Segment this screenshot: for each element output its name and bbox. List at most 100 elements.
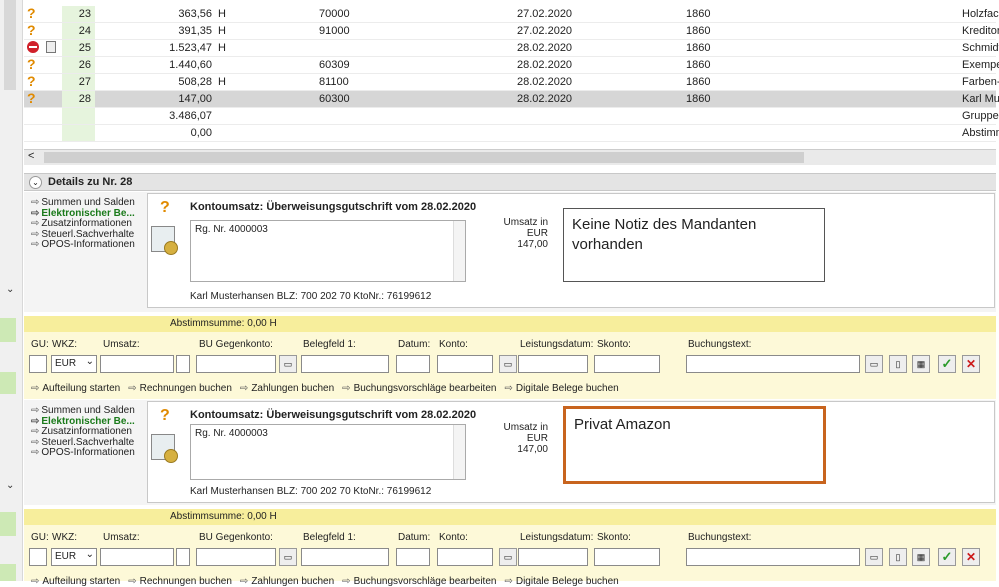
abstimmsumme-bar: Abstimmsumme: 0,00 H [24,509,996,525]
action-link[interactable]: ⇨ Zahlungen buchen [240,576,334,587]
chevron-down-icon[interactable]: ⌄ [86,549,94,560]
cancel-button[interactable]: ✕ [962,548,980,566]
cell-nr: 26 [78,59,91,71]
action-links: ⇨ Aufteilung starten ⇨ Rechnungen buchen ⇨ Za… [31,383,627,394]
arrow-icon: ⇨ [239,576,249,587]
wkz-select[interactable]: EUR ⌄ [51,548,97,566]
datum-input[interactable] [396,548,430,566]
chevron-down-icon[interactable]: ⌄ [86,356,94,367]
calendar-icon[interactable]: ▭ [865,355,883,373]
question-icon: ? [27,22,36,38]
scrollbar[interactable] [453,425,465,479]
verwendungszweck-box[interactable]: Rg. Nr. 4000003 [190,424,466,480]
cell-betrag: 363,56 [178,8,212,20]
action-links: ⇨ Aufteilung starten ⇨ Rechnungen buchen ⇨ Za… [31,576,627,587]
action-link[interactable]: ⇨ Rechnungen buchen [128,576,232,587]
arrow-icon: ⇨ [31,383,40,394]
calendar-icon[interactable]: ▭ [279,548,297,566]
label-buchungstext: Buchungstext: [688,339,752,350]
leistungsdatum-input[interactable] [518,548,588,566]
document-icon[interactable]: ▯ [889,355,907,373]
label-belegfeld: Belegfeld 1: [303,532,356,543]
cell-gegenkonto: 91000 [319,25,350,37]
cell-text: Schmidt, [962,42,999,54]
details-header[interactable]: ⌄ Details zu Nr. 28 [24,173,996,191]
cell-sh: H [218,25,226,37]
document-icon[interactable]: ▯ [889,548,907,566]
bu-gegenkonto-input[interactable] [196,355,276,373]
arrow-icon: ⇨ [239,383,249,394]
chevron-down-icon[interactable]: ⌄ [6,480,14,491]
umsatz-input[interactable] [100,355,174,373]
cell-betrag: 1.440,60 [169,59,212,71]
buchungstext-input[interactable] [686,355,860,373]
action-link[interactable]: ⇨ Aufteilung starten [31,383,120,394]
calendar-icon[interactable]: ▭ [865,548,883,566]
attachment-icon[interactable]: ▦ [912,355,930,373]
row-marker [0,372,16,394]
belegfeld-input[interactable] [301,548,389,566]
cell-nr: 24 [78,25,91,37]
arrow-icon: ⇨ [504,576,513,587]
action-link[interactable]: ⇨ Digitale Belege buchen [504,576,618,587]
vertical-scrollbar-thumb[interactable] [4,0,16,90]
belegfeld-input[interactable] [301,355,389,373]
action-link[interactable]: ⇨ Zahlungen buchen [240,383,334,394]
confirm-button[interactable]: ✓ [938,548,956,566]
document-coins-icon[interactable] [151,226,178,255]
document-icon [46,41,56,53]
action-link[interactable]: ⇨ Aufteilung starten [31,576,120,587]
umsatz-info: Umsatz in EUR 147,00 [503,217,548,250]
calendar-icon[interactable]: ▭ [499,355,517,373]
cell-gegenkonto: 70000 [319,8,350,20]
table-row[interactable]: ? 24 391,35 H 91000 27.02.2020 1860 Kreditort [24,22,999,40]
confirm-button[interactable]: ✓ [938,355,956,373]
chevron-down-icon[interactable]: ⌄ [6,284,14,295]
umsatz-sh-input[interactable] [176,548,190,566]
document-coins-icon[interactable] [151,434,178,463]
summary-row: 3.486,07 Gruppen [24,108,999,125]
buchungstext-input[interactable] [686,548,860,566]
calendar-icon[interactable]: ▭ [499,548,517,566]
gu-input[interactable] [29,548,47,566]
datum-input[interactable] [396,355,430,373]
label-skonto: Skonto: [597,339,631,350]
skonto-input[interactable] [594,355,660,373]
action-link[interactable]: ⇨ Rechnungen buchen [128,383,232,394]
question-icon: ? [160,199,170,216]
scrollbar[interactable] [453,221,465,281]
skonto-input[interactable] [594,548,660,566]
umsatz-sh-input[interactable] [176,355,190,373]
action-link[interactable]: ⇨ Buchungsvorschläge bearbeiten [342,576,496,587]
table-row[interactable]: ? 23 363,56 H 70000 27.02.2020 1860 Holzfach [24,5,999,23]
umsatz-input[interactable] [100,548,174,566]
cancel-button[interactable]: ✕ [962,355,980,373]
table-row[interactable]: 25 1.523,47 H 28.02.2020 1860 Schmidt, [24,40,999,57]
nav-opos-informationen[interactable]: ⇨ OPOS-Informationen [31,447,135,459]
horizontal-scrollbar-thumb[interactable] [44,152,804,163]
collapse-icon[interactable]: ⌄ [29,176,42,189]
wkz-select[interactable]: EUR ⌄ [51,355,97,373]
table-row[interactable]: ? 28 147,00 60300 28.02.2020 1860 Karl Mus [24,90,999,108]
cell-nr: 27 [78,76,91,88]
scroll-left-icon[interactable]: < [28,150,34,162]
bu-gegenkonto-input[interactable] [196,548,276,566]
question-icon: ? [160,407,170,424]
action-link[interactable]: ⇨ Digitale Belege buchen [504,383,618,394]
konto-input[interactable] [437,355,493,373]
konto-input[interactable] [437,548,493,566]
wkz-value: EUR [55,358,77,369]
arrow-icon: ⇨ [504,383,513,394]
umsatz-info: Umsatz in EUR 147,00 [503,422,548,455]
question-icon: ? [27,5,36,21]
nav-opos-informationen[interactable]: ⇨ OPOS-Informationen [31,239,135,251]
attachment-icon[interactable]: ▦ [912,548,930,566]
table-row[interactable]: ? 27 508,28 H 81100 28.02.2020 1860 Farben-F [24,73,999,91]
table-row[interactable]: ? 26 1.440,60 60309 28.02.2020 1860 Exempel [24,56,999,74]
verwendungszweck-box[interactable]: Rg. Nr. 4000003 [190,220,466,282]
label-skonto: Skonto: [597,532,631,543]
leistungsdatum-input[interactable] [518,355,588,373]
gu-input[interactable] [29,355,47,373]
action-link[interactable]: ⇨ Buchungsvorschläge bearbeiten [342,383,496,394]
calendar-icon[interactable]: ▭ [279,355,297,373]
